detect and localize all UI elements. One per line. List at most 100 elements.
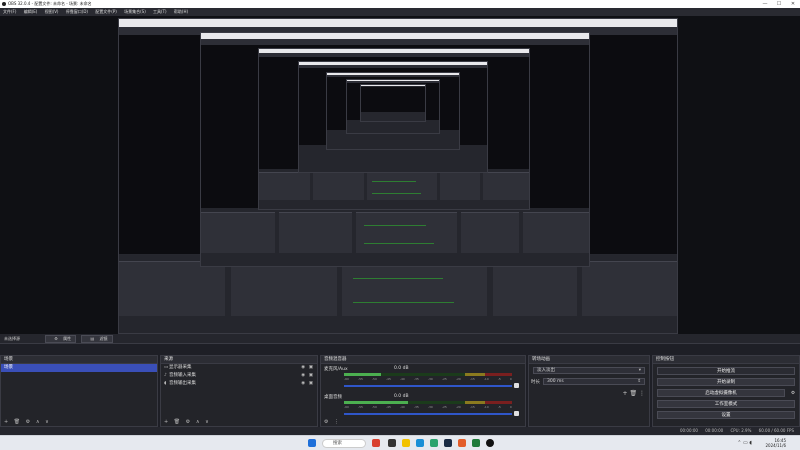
eye-icon[interactable]: ◉ bbox=[301, 372, 305, 380]
tick-label: -55 bbox=[357, 377, 363, 381]
system-tray[interactable]: ⌃ ▭ ◖ bbox=[737, 440, 752, 446]
menu-file[interactable]: 文件(F) bbox=[3, 9, 16, 14]
start-icon[interactable] bbox=[308, 439, 316, 447]
minimize-button[interactable]: — bbox=[758, 0, 772, 8]
eye-icon[interactable]: ◉ bbox=[301, 380, 305, 388]
transitions-header: 转场动画 bbox=[529, 356, 649, 364]
settings-button[interactable]: 设置 bbox=[657, 411, 795, 419]
scenes-header: 场景 bbox=[1, 356, 157, 364]
menu-help[interactable]: 帮助(H) bbox=[174, 9, 188, 14]
channel-name: 麦克风/Aux bbox=[324, 367, 348, 372]
volume-knob[interactable] bbox=[514, 383, 519, 388]
move-up-icon[interactable]: ∧ bbox=[36, 419, 40, 425]
menu-docks[interactable]: 停靠窗口(D) bbox=[66, 9, 88, 14]
chevron-down-icon: ▾ bbox=[638, 368, 641, 373]
add-transition-icon[interactable]: + bbox=[623, 390, 628, 397]
tick-label: -40 bbox=[399, 405, 405, 409]
transition-select[interactable]: 淡入淡出 ▾ bbox=[533, 367, 645, 374]
lock-icon[interactable]: ▣ bbox=[309, 380, 313, 388]
move-up-icon[interactable]: ∧ bbox=[196, 419, 200, 425]
volume-knob[interactable] bbox=[514, 411, 519, 416]
mixer-channel-mic: 麦克风/Aux 0.0 dB -60 -55 -50 -45 -40 -35 -30 -25-… bbox=[324, 366, 522, 390]
tick-label: 0 bbox=[509, 405, 512, 409]
obs-app-icon[interactable] bbox=[486, 439, 494, 447]
filter-icon: ▤ bbox=[90, 336, 95, 341]
source-item-audio-input[interactable]: ♪ 音频输入采集 ◉ ▣ bbox=[161, 372, 317, 380]
close-button[interactable]: ✕ bbox=[786, 0, 800, 8]
mixer-channel-desktop: 桌面音频 0.0 dB -60 -55 -50 -45 -40 -35 -30 -25 -20-… bbox=[324, 394, 522, 418]
app-icon[interactable] bbox=[430, 439, 438, 447]
tick-label: -5 bbox=[497, 405, 501, 409]
studio-mode-button[interactable]: 工作室模式 bbox=[657, 400, 795, 408]
add-scene-icon[interactable]: + bbox=[4, 419, 8, 425]
channel-name: 桌面音频 bbox=[324, 395, 342, 400]
tick-label: -10 bbox=[483, 405, 489, 409]
tick-label: -50 bbox=[371, 405, 377, 409]
tick-label: -20 bbox=[455, 377, 461, 381]
menu-view[interactable]: 视图(V) bbox=[45, 9, 59, 14]
clock[interactable]: 16:45 2024/11/6 bbox=[765, 438, 786, 448]
remove-scene-icon[interactable]: 🗑 bbox=[14, 419, 20, 425]
filters-button[interactable]: ▤ 滤镜 bbox=[81, 335, 113, 343]
volume-slider[interactable] bbox=[344, 413, 512, 415]
app-icon[interactable] bbox=[458, 439, 466, 447]
edge-icon[interactable] bbox=[416, 439, 424, 447]
menu-edit[interactable]: 编辑(E) bbox=[24, 9, 38, 14]
move-down-icon[interactable]: ∨ bbox=[45, 419, 49, 425]
remove-transition-icon[interactable]: 🗑 bbox=[629, 390, 637, 397]
gear-icon[interactable]: ⚙ bbox=[791, 390, 795, 397]
menu-scene-collection[interactable]: 场景集合(S) bbox=[124, 9, 146, 14]
folder-icon[interactable] bbox=[402, 439, 410, 447]
obs-logo-icon bbox=[2, 2, 6, 6]
source-settings-icon[interactable]: ⚙ bbox=[186, 419, 190, 425]
controls-header: 控制按钮 bbox=[653, 356, 799, 364]
tick-label: -40 bbox=[399, 377, 405, 381]
start-recording-button[interactable]: 开始录制 bbox=[657, 378, 795, 386]
menu-tools[interactable]: 工具(T) bbox=[153, 9, 167, 14]
menu-profile[interactable]: 配置文件(P) bbox=[95, 9, 117, 14]
sources-header: 来源 bbox=[161, 356, 317, 364]
mixer-menu-icon[interactable]: ⋮ bbox=[334, 419, 339, 425]
taskbar-search[interactable]: 搜索 bbox=[322, 439, 366, 448]
volume-slider[interactable] bbox=[344, 385, 512, 387]
tick-label: -35 bbox=[413, 405, 419, 409]
add-source-icon[interactable]: + bbox=[164, 419, 168, 425]
tick-label: -55 bbox=[357, 405, 363, 409]
tick-label: -15 bbox=[469, 405, 475, 409]
title-bar: OBS 32.0.4 - 配置文件: 未命名 - 场景: 未命名 — ☐ ✕ bbox=[0, 0, 800, 8]
app-icon[interactable] bbox=[372, 439, 380, 447]
gear-icon: ⚙ bbox=[54, 336, 58, 341]
start-streaming-button[interactable]: 开始推流 bbox=[657, 367, 795, 375]
sources-footer: + 🗑 ⚙ ∧ ∨ bbox=[161, 418, 317, 426]
source-item-display[interactable]: ▭显示器采集 ◉ ▣ bbox=[161, 364, 317, 372]
tick-label: -10 bbox=[483, 377, 489, 381]
properties-button[interactable]: ⚙ 属性 bbox=[45, 335, 77, 343]
eye-icon[interactable]: ◉ bbox=[301, 364, 305, 372]
duration-input[interactable]: 300 ms ⇕ bbox=[543, 378, 645, 385]
move-down-icon[interactable]: ∨ bbox=[205, 419, 209, 425]
steam-icon[interactable] bbox=[444, 439, 452, 447]
mixer-settings-icon[interactable]: ⚙ bbox=[324, 419, 328, 425]
app-icon[interactable] bbox=[388, 439, 396, 447]
volume-meter bbox=[344, 401, 512, 404]
volume-meter bbox=[344, 373, 512, 376]
transition-menu-icon[interactable]: ⋮ bbox=[639, 390, 645, 397]
start-virtual-camera-button[interactable]: 启动虚拟摄像机 ⚙ bbox=[657, 389, 795, 397]
remove-source-icon[interactable]: 🗑 bbox=[174, 419, 180, 425]
maximize-button[interactable]: ☐ bbox=[772, 0, 786, 8]
app-icon[interactable] bbox=[472, 439, 480, 447]
status-bar: 00:00:00 00:00:00 CPU: 2.9% 60.00 / 60.0… bbox=[0, 427, 800, 435]
tick-label: -25 bbox=[441, 377, 447, 381]
lock-icon[interactable]: ▣ bbox=[309, 364, 313, 372]
stream-time: 00:00:00 bbox=[679, 428, 698, 433]
lock-icon[interactable]: ▣ bbox=[309, 372, 313, 380]
scene-item[interactable]: 场景 bbox=[1, 364, 157, 372]
tick-label: -35 bbox=[413, 377, 419, 381]
source-item-audio-output[interactable]: ◖ 音频输出采集 ◉ ▣ bbox=[161, 380, 317, 388]
tick-label: -20 bbox=[455, 405, 461, 409]
preview-canvas[interactable] bbox=[0, 16, 800, 334]
scene-settings-icon[interactable]: ⚙ bbox=[26, 419, 30, 425]
mixer-footer: ⚙ ⋮ bbox=[321, 418, 525, 426]
channel-volume: 0.0 dB bbox=[394, 394, 409, 399]
tick-label: 0 bbox=[509, 377, 512, 381]
